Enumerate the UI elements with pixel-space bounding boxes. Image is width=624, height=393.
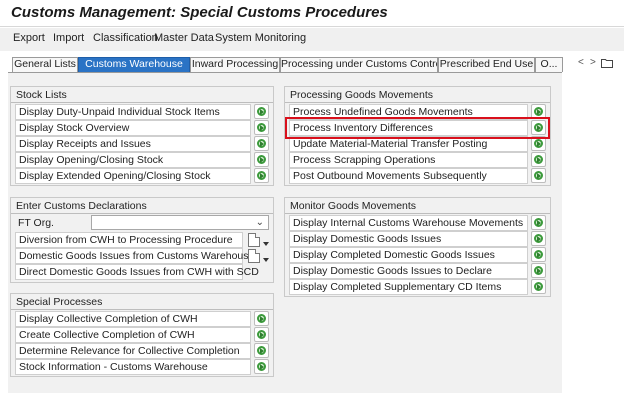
- group-divider: [11, 102, 273, 103]
- list-item[interactable]: Post Outbound Movements Subsequently: [289, 168, 528, 184]
- document-icon[interactable]: [248, 249, 260, 263]
- group-title: Special Processes: [16, 296, 103, 308]
- execute-icon[interactable]: [531, 152, 546, 167]
- title-bar: Customs Management: Special Customs Proc…: [0, 0, 624, 27]
- group-stock-lists: Stock Lists Display Duty-Unpaid Individu…: [10, 86, 274, 186]
- execute-icon[interactable]: [254, 359, 269, 374]
- tab-inward-processing[interactable]: Inward Processing: [190, 57, 280, 72]
- list-item[interactable]: Process Scrapping Operations: [289, 152, 528, 168]
- highlight-box: [285, 117, 550, 139]
- tab-content: Stock Lists Display Duty-Unpaid Individu…: [8, 73, 562, 393]
- list-item[interactable]: Direct Domestic Goods Issues from CWH wi…: [15, 264, 259, 280]
- execute-icon[interactable]: [531, 279, 546, 294]
- execute-icon[interactable]: [531, 247, 546, 262]
- folder-icon[interactable]: [601, 58, 613, 68]
- menu-item-system-monitoring[interactable]: System Monitoring: [215, 32, 306, 44]
- execute-icon[interactable]: [531, 231, 546, 246]
- menu-bar: Export Import Classification Master Data…: [0, 28, 624, 51]
- execute-icon[interactable]: [254, 311, 269, 326]
- menu-item-import[interactable]: Import: [53, 32, 84, 44]
- group-monitor-goods-movements: Monitor Goods Movements Display Internal…: [284, 197, 551, 297]
- list-item[interactable]: Diversion from CWH to Processing Procedu…: [15, 232, 243, 248]
- menu-item-export[interactable]: Export: [13, 32, 45, 44]
- list-item[interactable]: Display Stock Overview: [15, 120, 251, 136]
- tab-prescribed-end-use[interactable]: Prescribed End Use: [438, 57, 535, 72]
- execute-icon[interactable]: [254, 343, 269, 358]
- list-item[interactable]: Domestic Goods Issues from Customs Wareh…: [15, 248, 254, 264]
- execute-icon[interactable]: [531, 215, 546, 230]
- list-item[interactable]: Display Duty-Unpaid Individual Stock Ite…: [15, 104, 251, 120]
- group-title: Enter Customs Declarations: [16, 200, 147, 212]
- tab-customs-warehouse[interactable]: Customs Warehouse: [78, 57, 190, 72]
- tab-scroll-left-icon[interactable]: <: [578, 56, 584, 71]
- list-item[interactable]: Display Extended Opening/Closing Stock: [15, 168, 251, 184]
- execute-icon[interactable]: [531, 263, 546, 278]
- tab-processing-under-customs-control[interactable]: Processing under Customs Control: [280, 57, 438, 72]
- group-divider: [285, 102, 550, 103]
- list-item[interactable]: Display Domestic Goods Issues: [289, 231, 528, 247]
- list-item[interactable]: Create Collective Completion of CWH: [15, 327, 251, 343]
- group-divider: [11, 213, 273, 214]
- list-item[interactable]: Display Internal Customs Warehouse Movem…: [289, 215, 528, 231]
- ft-org-select[interactable]: ⌄: [91, 215, 269, 230]
- dropdown-arrow-icon[interactable]: [263, 258, 269, 262]
- list-item[interactable]: Display Completed Domestic Goods Issues: [289, 247, 528, 263]
- dropdown-arrow-icon[interactable]: [263, 242, 269, 246]
- list-item[interactable]: Display Collective Completion of CWH: [15, 311, 251, 327]
- execute-icon[interactable]: [254, 120, 269, 135]
- execute-icon[interactable]: [254, 327, 269, 342]
- execute-icon[interactable]: [254, 104, 269, 119]
- list-item[interactable]: Display Receipts and Issues: [15, 136, 251, 152]
- list-item[interactable]: Stock Information - Customs Warehouse: [15, 359, 251, 375]
- tab-general-lists[interactable]: General Lists: [12, 57, 78, 72]
- group-enter-customs-declarations: Enter Customs Declarations FT Org. ⌄ Div…: [10, 197, 274, 283]
- list-item[interactable]: Determine Relevance for Collective Compl…: [15, 343, 251, 359]
- group-divider: [285, 213, 550, 214]
- tab-strip: General Lists Customs Warehouse Inward P…: [0, 56, 624, 72]
- group-title: Monitor Goods Movements: [290, 200, 417, 212]
- document-icon[interactable]: [248, 233, 260, 247]
- group-processing-goods-movements: Processing Goods Movements Process Undef…: [284, 86, 551, 186]
- group-title: Stock Lists: [16, 89, 67, 101]
- list-item[interactable]: Display Completed Supplementary CD Items: [289, 279, 528, 295]
- chevron-down-icon: ⌄: [255, 217, 264, 228]
- execute-icon[interactable]: [254, 168, 269, 183]
- execute-icon[interactable]: [254, 152, 269, 167]
- group-special-processes: Special Processes Display Collective Com…: [10, 293, 274, 377]
- list-item[interactable]: Display Opening/Closing Stock: [15, 152, 251, 168]
- group-divider: [11, 309, 273, 310]
- menu-item-master-data[interactable]: Master Data: [154, 32, 214, 44]
- page-title: Customs Management: Special Customs Proc…: [11, 4, 388, 21]
- tab-scroll-right-icon[interactable]: >: [590, 56, 596, 71]
- tab-overflow[interactable]: O...: [535, 57, 563, 72]
- execute-icon[interactable]: [531, 168, 546, 183]
- ft-org-label: FT Org.: [18, 217, 54, 229]
- group-title: Processing Goods Movements: [290, 89, 433, 101]
- menu-item-classification[interactable]: Classification: [93, 32, 158, 44]
- list-item[interactable]: Display Domestic Goods Issues to Declare: [289, 263, 528, 279]
- execute-icon[interactable]: [254, 136, 269, 151]
